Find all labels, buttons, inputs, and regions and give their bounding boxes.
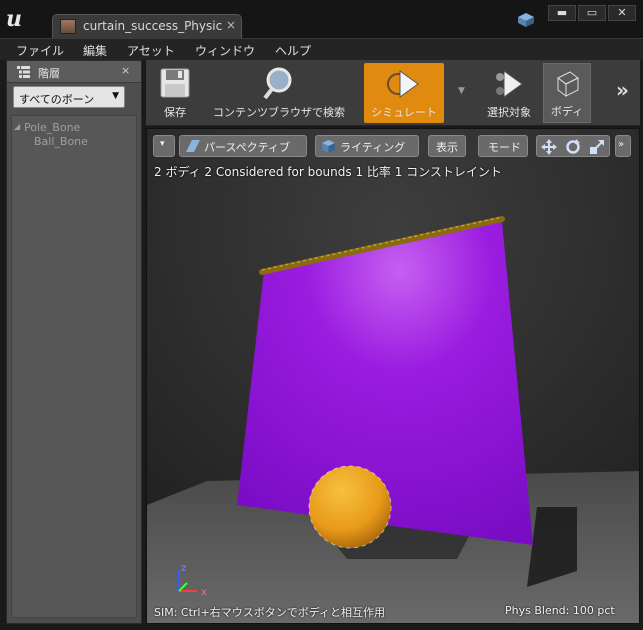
mode-label: モード <box>488 141 521 154</box>
hierarchy-icon <box>17 66 30 78</box>
viewport[interactable]: z x ▾ パースペクティブ ライティング 表示 モード » 2 ボディ 2 C… <box>146 128 640 624</box>
physics-asset-icon <box>60 19 76 34</box>
toolbar-overflow-icon[interactable]: » <box>616 78 629 102</box>
viewport-overflow-icon: » <box>618 139 625 150</box>
simulation-hint: SIM: Ctrl+右マウスボタンでボディと相互作用 <box>154 606 385 619</box>
save-button[interactable]: 保存 <box>150 63 200 123</box>
tree-item-pole-bone[interactable]: Pole_Bone <box>24 121 80 134</box>
chevron-down-icon: ▾ <box>160 139 165 149</box>
asset-tab[interactable]: curtain_success_PhysicsA × <box>52 14 242 38</box>
perspective-label: パースペクティブ <box>204 141 291 154</box>
hierarchy-tab[interactable]: 階層 × <box>7 61 141 83</box>
mode-button[interactable]: モード <box>478 135 528 157</box>
transform-tools-group <box>536 135 610 157</box>
find-in-content-browser-label: コンテンツブラウザで検索 <box>213 106 345 119</box>
save-label: 保存 <box>164 106 186 119</box>
simulate-options-chevron-icon[interactable]: ▼ <box>458 86 465 96</box>
find-in-content-browser-button[interactable]: コンテンツブラウザで検索 <box>204 63 354 123</box>
viewport-scene[interactable]: z x <box>147 129 640 624</box>
viewport-overflow-button[interactable]: » <box>615 135 631 157</box>
tab-close-icon[interactable]: × <box>226 18 236 32</box>
menu-edit[interactable]: 編集 <box>83 42 107 59</box>
simulate-label: シミュレート <box>371 106 437 119</box>
scale-icon[interactable] <box>589 139 605 155</box>
move-icon[interactable] <box>541 139 557 155</box>
viewport-options-button[interactable]: ▾ <box>153 135 175 157</box>
close-window-button[interactable]: ✕ <box>608 5 636 21</box>
perspective-icon <box>186 140 200 152</box>
show-label: 表示 <box>436 141 458 154</box>
body-mode-button[interactable]: ボディ <box>543 63 591 123</box>
menu-bar: ファイル 編集 アセット ウィンドウ ヘルプ <box>0 38 643 60</box>
chevron-down-icon: ▼ <box>112 91 119 101</box>
save-icon <box>160 68 190 98</box>
magnifier-icon <box>263 67 292 100</box>
axis-x-label: x <box>201 587 207 598</box>
tree-expander-icon[interactable]: ◢ <box>14 122 20 131</box>
main-toolbar: 保存 コンテンツブラウザで検索 シミュレート ▼ 選択対象 ボディ » <box>146 60 640 126</box>
lighting-button[interactable]: ライティング <box>315 135 419 157</box>
hierarchy-tab-label: 階層 <box>38 67 60 80</box>
menu-file[interactable]: ファイル <box>16 42 64 59</box>
menu-help[interactable]: ヘルプ <box>275 42 311 59</box>
bone-filter-dropdown[interactable]: すべてのボーン ▼ <box>13 86 125 108</box>
unreal-logo-icon[interactable]: u <box>6 6 32 32</box>
menu-asset[interactable]: アセット <box>127 42 175 59</box>
selected-icon <box>496 70 523 98</box>
maximize-button[interactable]: ▭ <box>578 5 606 21</box>
rotate-icon[interactable] <box>565 139 581 155</box>
phys-blend-readout: Phys Blend: 100 pct <box>505 604 615 617</box>
selected-only-label: 選択対象 <box>487 106 531 119</box>
lighting-label: ライティング <box>340 141 406 154</box>
lighting-cube-icon <box>322 140 335 153</box>
axis-z-label: z <box>181 563 186 574</box>
selected-only-button[interactable]: 選択対象 <box>476 63 542 123</box>
physics-stats: 2 ボディ 2 Considered for bounds 1 比率 1 コンス… <box>154 165 502 179</box>
hierarchy-panel: 階層 × すべてのボーン ▼ ◢ Pole_Bone Ball_Bone <box>6 60 142 624</box>
minimize-button[interactable]: ▬ <box>548 5 576 21</box>
content-icon[interactable] <box>518 13 534 27</box>
show-button[interactable]: 表示 <box>428 135 466 157</box>
menu-window[interactable]: ウィンドウ <box>195 42 255 59</box>
hierarchy-close-icon[interactable]: × <box>121 64 130 77</box>
bone-tree: ◢ Pole_Bone Ball_Bone <box>11 115 137 618</box>
title-bar: u curtain_success_PhysicsA × ▬ ▭ ✕ <box>0 0 643 38</box>
bone-filter-value: すべてのボーン <box>19 93 95 106</box>
body-mode-label: ボディ <box>550 105 584 118</box>
tree-item-ball-bone[interactable]: Ball_Bone <box>34 135 88 148</box>
perspective-button[interactable]: パースペクティブ <box>179 135 307 157</box>
simulate-icon <box>387 70 419 98</box>
body-icon <box>557 71 579 97</box>
simulate-button[interactable]: シミュレート <box>364 63 444 123</box>
asset-tab-label: curtain_success_PhysicsA <box>83 19 223 33</box>
